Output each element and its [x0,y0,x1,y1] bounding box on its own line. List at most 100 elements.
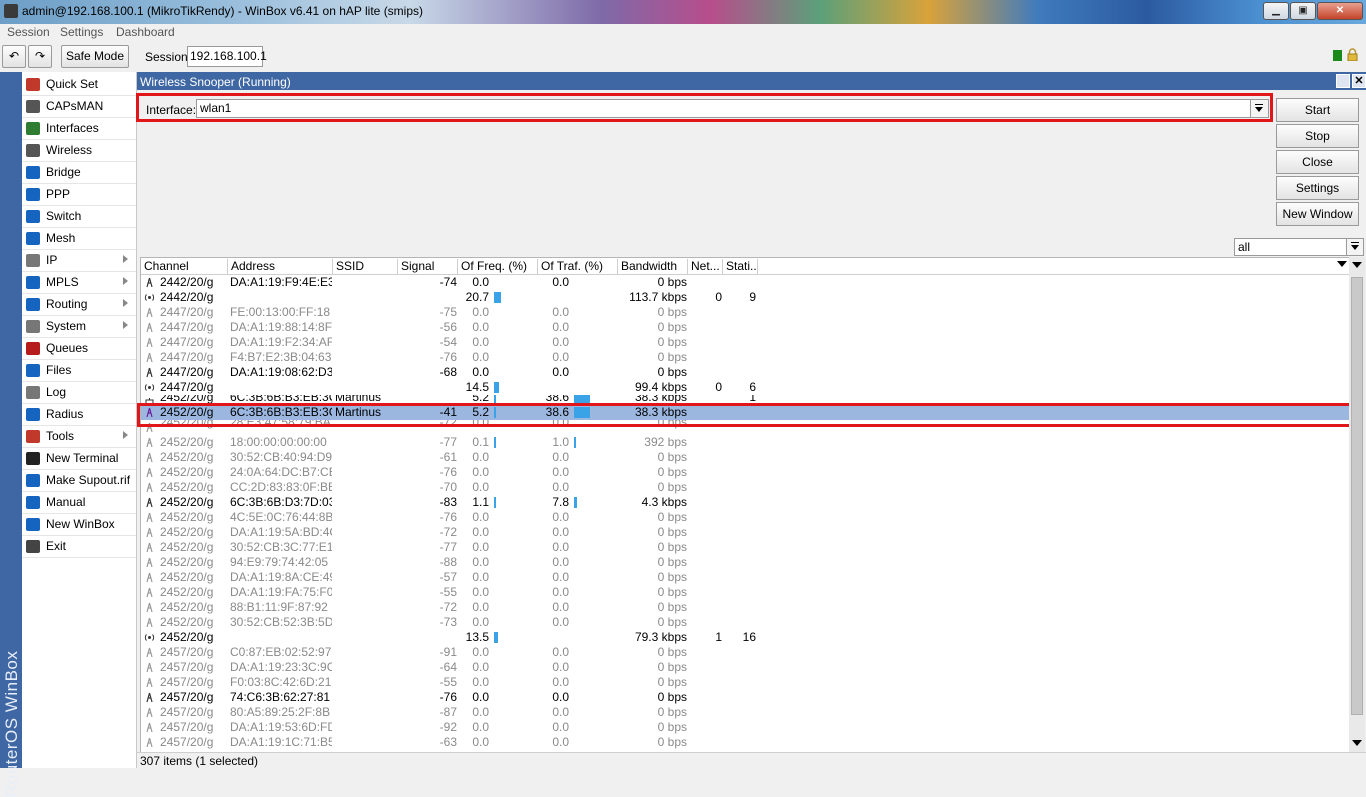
settings-button[interactable]: Settings [1276,176,1359,200]
menu-item-manual[interactable]: Manual [22,492,136,514]
close-button[interactable]: Close [1276,150,1359,174]
menu-dashboard[interactable]: Dashboard [116,25,175,39]
scroll-up-icon[interactable] [1349,257,1365,273]
column-ssid[interactable]: SSID [333,259,398,274]
column-of-freq[interactable]: Of Freq. (%) [458,259,538,274]
column-stations[interactable]: Stati... [723,259,758,274]
column-networks[interactable]: Net... [688,259,723,274]
menu-item-new-winbox[interactable]: New WinBox [22,514,136,536]
menu-item-wireless[interactable]: Wireless [22,140,136,162]
table-row[interactable]: 2442/20/g 20.7 113.7 kbps 0 9 [141,290,1350,305]
table-row[interactable]: 2447/20/g DA:A1:19:08:62:D3 -68 0.0 0.0 0 bps [141,365,1350,380]
cell-of-traf: 0.0 [539,720,617,735]
cell-stations [723,510,756,525]
table-scrollbar[interactable] [1349,257,1365,752]
undo-button[interactable]: ↶ [2,45,26,68]
table-row[interactable]: 2457/20/g 74:C6:3B:62:27:81 -76 0.0 0.0 0 bps [141,690,1350,705]
table-row[interactable]: 2452/20/g DA:A1:19:8A:CE:49 -57 0.0 0.0 0 bps [141,570,1350,585]
scroll-down-icon[interactable] [1349,735,1365,751]
interface-select[interactable]: wlan1 [196,99,1256,118]
menu-item-queues[interactable]: Queues [22,338,136,360]
menu-item-log[interactable]: Log [22,382,136,404]
menu-session[interactable]: Session [7,25,50,39]
menu-item-tools[interactable]: Tools [22,426,136,448]
menu-item-label: PPP [46,187,71,201]
table-row[interactable]: 2447/20/g DA:A1:19:F2:34:AF -54 0.0 0.0 0 bps [141,335,1350,350]
menu-item-bridge[interactable]: Bridge [22,162,136,184]
table-row[interactable]: 2452/20/g 6C:3B:6B:B3:EB:3C Martinus 5.2 38.… [141,395,1350,405]
filter-select[interactable]: all [1234,238,1349,256]
menu-item-mesh[interactable]: Mesh [22,228,136,250]
table-row[interactable]: 2457/20/g 80:A5:89:25:2F:8B -87 0.0 0.0 0 bps [141,705,1350,720]
menu-item-ip[interactable]: IP [22,250,136,272]
table-row[interactable]: 2452/20/g 30:52:CB:40:94:D9 -61 0.0 0.0 0 bps [141,450,1350,465]
table-row[interactable]: 2457/20/g DA:A1:19:1C:71:B5 -63 0.0 0.0 0 bps [141,735,1350,750]
column-of-traf[interactable]: Of Traf. (%) [538,259,618,274]
table-row[interactable]: 2457/20/g DA:A1:19:53:6D:FD -92 0.0 0.0 0 bps [141,720,1350,735]
exit-icon [26,540,40,553]
table-row[interactable]: 2452/20/g 88:B1:11:9F:87:92 -72 0.0 0.0 0 bps [141,600,1350,615]
column-menu-icon[interactable] [1337,261,1347,267]
column-channel[interactable]: Channel [141,259,228,274]
table-row[interactable]: 2447/20/g DA:A1:19:88:14:8F -56 0.0 0.0 0 bps [141,320,1350,335]
cell-bandwidth: 38.3 kbps [634,405,687,419]
table-row[interactable]: 2457/20/g C0:87:EB:02:52:97 -91 0.0 0.0 0 bps [141,645,1350,660]
stop-button[interactable]: Stop [1276,124,1359,148]
menu-settings[interactable]: Settings [60,25,103,39]
cell-bandwidth: 0 bps [657,735,687,749]
redo-button[interactable]: ↷ [28,45,52,68]
table-row[interactable]: 2452/20/g 4C:5E:0C:76:44:8B -76 0.0 0.0 0 bps [141,510,1350,525]
column-address[interactable]: Address [228,259,333,274]
menu-item-system[interactable]: System [22,316,136,338]
minimize-button[interactable]: ▁ [1263,2,1289,20]
table-row[interactable]: 2447/20/g FE:00:13:00:FF:18 -75 0.0 0.0 0 bps [141,305,1350,320]
column-bandwidth[interactable]: Bandwidth [618,259,688,274]
menu-item-capsman[interactable]: CAPsMAN [22,96,136,118]
menu-item-radius[interactable]: Radius [22,404,136,426]
menu-item-new-terminal[interactable]: New Terminal [22,448,136,470]
scroll-thumb[interactable] [1351,277,1363,715]
cell-channel: 2447/20/g [160,335,214,349]
start-button[interactable]: Start [1276,98,1359,122]
table-row[interactable]: 2452/20/g 94:E9:79:74:42:05 -88 0.0 0.0 0 bps [141,555,1350,570]
new-window-button[interactable]: New Window [1276,202,1359,226]
menu-item-exit[interactable]: Exit [22,536,136,558]
table-row[interactable]: 2442/20/g DA:A1:19:F9:4E:E3 -74 0.0 0.0 0 bps [141,275,1350,290]
interface-dropdown-icon[interactable] [1250,99,1269,118]
table-row[interactable]: 2452/20/g CC:2D:83:83:0F:BB -70 0.0 0.0 0 bps [141,480,1350,495]
table-row[interactable]: 2452/20/g 24:0A:64:DC:B7:CB -76 0.0 0.0 0 bps [141,465,1350,480]
close-window-button[interactable]: ✕ [1317,2,1363,20]
maximize-button[interactable]: ▣ [1290,2,1316,20]
window-titlebar[interactable]: admin@192.168.100.1 (MikroTikRendy) - Wi… [0,0,1366,24]
table-row[interactable]: 2452/20/g 30:52:CB:3C:77:E1 -77 0.0 0.0 0 bps [141,540,1350,555]
menu-item-routing[interactable]: Routing [22,294,136,316]
table-row[interactable]: 2452/20/g 28:E3:47:58:79:BA -72 0.0 0.0 0 bps [141,420,1350,435]
table-row[interactable]: 2457/20/g DA:A1:19:23:3C:9C -64 0.0 0.0 0 bps [141,660,1350,675]
table-row[interactable]: 2452/20/g 18:00:00:00:00:00 -77 0.1 1.0 392 b… [141,435,1350,450]
table-row[interactable]: 2447/20/g F4:B7:E2:3B:04:63 -76 0.0 0.0 0 bps [141,350,1350,365]
session-address-field[interactable]: 192.168.100.1 [187,46,267,67]
restore-window-button[interactable] [1336,74,1350,88]
menu-item-switch[interactable]: Switch [22,206,136,228]
table-row-selected[interactable]: 2452/20/g 6C:3B:6B:B3:EB:3C Martinus -41 5.2… [141,405,1350,420]
table-row[interactable]: 2447/20/g 14.5 99.4 kbps 0 6 [141,380,1350,395]
filter-dropdown-icon[interactable] [1346,238,1364,256]
menu-item-ppp[interactable]: PPP [22,184,136,206]
close-snooper-button[interactable]: ✕ [1352,74,1366,88]
menu-item-files[interactable]: Files [22,360,136,382]
table-row[interactable]: 2452/20/g DA:A1:19:FA:75:F0 -55 0.0 0.0 0 bps [141,585,1350,600]
column-signal[interactable]: Signal [398,259,458,274]
table-row[interactable]: 2457/20/g F0:03:8C:42:6D:21 -55 0.0 0.0 0 bps [141,675,1350,690]
cell-address [230,290,332,305]
cell-of-freq: 0.0 [459,690,537,705]
table-row[interactable]: 2452/20/g 30:52:CB:52:3B:5D -73 0.0 0.0 0 bps [141,615,1350,630]
menu-item-make-supout-rif[interactable]: Make Supout.rif [22,470,136,492]
table-row[interactable]: 2452/20/g DA:A1:19:5A:BD:4C -72 0.0 0.0 0 bps [141,525,1350,540]
table-row[interactable]: 2452/20/g 6C:3B:6B:D3:7D:03 -83 1.1 7.8 4.3 k… [141,495,1350,510]
table-row[interactable]: 2452/20/g 13.5 79.3 kbps 1 16 [141,630,1350,645]
menu-item-mpls[interactable]: MPLS [22,272,136,294]
menu-item-quick-set[interactable]: Quick Set [22,74,136,96]
snooper-window-header[interactable]: Wireless Snooper (Running) ✕ [137,72,1366,90]
menu-item-interfaces[interactable]: Interfaces [22,118,136,140]
safe-mode-button[interactable]: Safe Mode [61,45,129,68]
